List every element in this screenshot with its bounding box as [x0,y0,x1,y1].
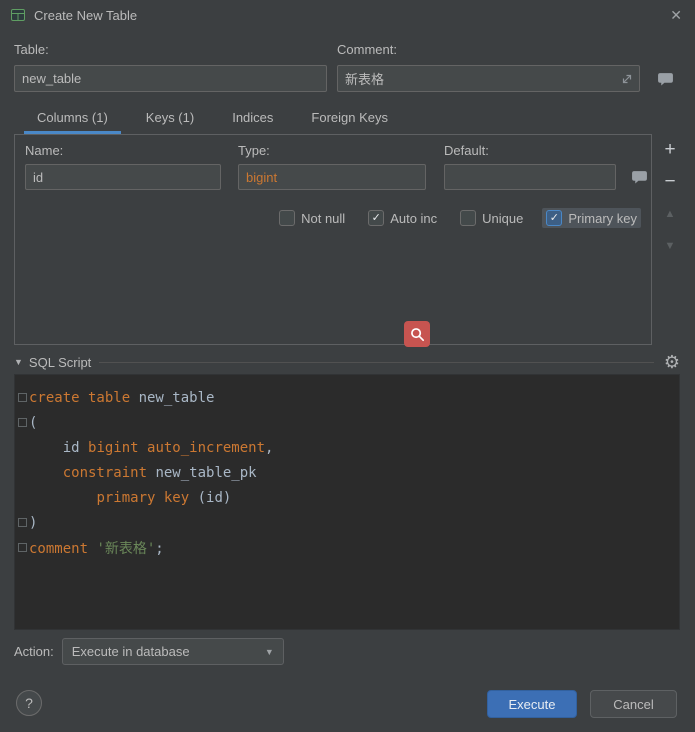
code-text: ( [29,415,37,431]
collapse-arrow-icon[interactable]: ▼ [14,357,23,367]
checkbox-checked-icon[interactable]: ✓ [546,210,562,226]
code-text: create table new_table [29,390,214,406]
action-select[interactable]: Execute in database ▼ [62,638,284,665]
code-line: create table new_table [15,385,679,410]
section-divider [99,362,654,363]
columns-side-toolbar: + − ▲ ▼ [655,138,685,266]
checkbox-unchecked-icon[interactable] [460,210,476,226]
comment-bubble-icon[interactable] [650,66,680,92]
minus-icon: − [664,171,675,193]
sql-editor[interactable]: create table new_table ( id bigint auto_i… [14,374,680,630]
code-text: id bigint auto_increment, [29,440,273,456]
column-default-wrap [444,164,616,190]
action-row: Action: Execute in database ▼ [14,638,284,665]
table-label: Table: [14,42,49,57]
action-selected-value: Execute in database [72,644,190,659]
column-type-wrap [238,164,426,190]
column-type-input[interactable] [238,164,426,190]
search-icon[interactable] [404,321,430,347]
close-icon[interactable]: ✕ [670,7,682,24]
sql-editor-code: create table new_table ( id bigint auto_i… [15,385,679,560]
tab-bar: Columns (1) Keys (1) Indices Foreign Keys [24,104,401,134]
help-button[interactable]: ? [16,690,42,716]
arrow-down-icon: ▼ [665,240,676,252]
checkbox-primary-key[interactable]: ✓ Primary key [542,208,641,228]
add-column-button[interactable]: + [658,138,682,162]
move-up-button: ▲ [658,202,682,226]
checkbox-label: Auto inc [390,211,437,226]
code-text: primary key (id) [29,490,231,506]
columns-panel: Name: Type: Default: Not null ✓ Auto inc Un… [14,134,652,345]
column-name-wrap [25,164,221,190]
tab-columns-1[interactable]: Columns (1) [24,104,121,134]
tab-keys-1[interactable]: Keys (1) [133,104,207,134]
checkbox-label: Primary key [568,211,637,226]
checkbox-auto-inc[interactable]: ✓ Auto inc [364,208,441,228]
fold-marker-icon[interactable] [15,393,29,402]
cancel-button[interactable]: Cancel [590,690,677,718]
checkbox-label: Not null [301,211,345,226]
plus-icon: + [664,139,675,161]
code-line: comment '新表格'; [15,535,679,560]
checkbox-not-null[interactable]: Not null [275,208,349,228]
default-label: Default: [444,143,489,158]
dialog-titlebar[interactable]: Create New Table ✕ [0,0,695,30]
code-line: id bigint auto_increment, [15,435,679,460]
code-line: ( [15,410,679,435]
code-line: primary key (id) [15,485,679,510]
remove-column-button[interactable]: − [658,170,682,194]
checkbox-unique[interactable]: Unique [456,208,527,228]
code-line: ) [15,510,679,535]
column-comment-bubble-icon[interactable] [624,164,654,190]
checkbox-unchecked-icon[interactable] [279,210,295,226]
comment-field-wrap [337,65,640,92]
name-label: Name: [25,143,63,158]
comment-label: Comment: [337,42,397,57]
dialog-title: Create New Table [34,8,137,23]
code-text: comment '新表格'; [29,538,164,558]
gear-icon[interactable]: ⚙ [664,353,680,371]
table-comment-input[interactable] [337,65,640,92]
checkbox-label: Unique [482,211,523,226]
column-name-input[interactable] [25,164,221,190]
code-text: constraint new_table_pk [29,465,257,481]
fold-marker-icon[interactable] [15,543,29,552]
code-text: ) [29,515,37,531]
move-down-button: ▼ [658,234,682,258]
tab-indices[interactable]: Indices [219,104,286,134]
sql-script-title[interactable]: SQL Script [29,355,91,370]
action-label: Action: [14,644,54,659]
expand-icon[interactable] [621,73,633,88]
tab-foreign-keys[interactable]: Foreign Keys [298,104,401,134]
sql-script-header: ▼ SQL Script ⚙ [14,352,680,372]
checkbox-checked-icon[interactable]: ✓ [368,210,384,226]
table-field-wrap [14,65,327,92]
type-label: Type: [238,143,270,158]
fold-marker-icon[interactable] [15,518,29,527]
fold-marker-icon[interactable] [15,418,29,427]
new-table-icon [10,7,26,23]
table-name-input[interactable] [14,65,327,92]
chevron-down-icon: ▼ [265,647,274,657]
code-line: constraint new_table_pk [15,460,679,485]
column-default-input[interactable] [444,164,616,190]
arrow-up-icon: ▲ [665,208,676,220]
create-new-table-dialog: { "dialog": { "title": "Create New Table… [0,0,695,732]
execute-button[interactable]: Execute [487,690,577,718]
column-flags-row: Not null ✓ Auto inc Unique ✓ Primary key [260,208,641,228]
